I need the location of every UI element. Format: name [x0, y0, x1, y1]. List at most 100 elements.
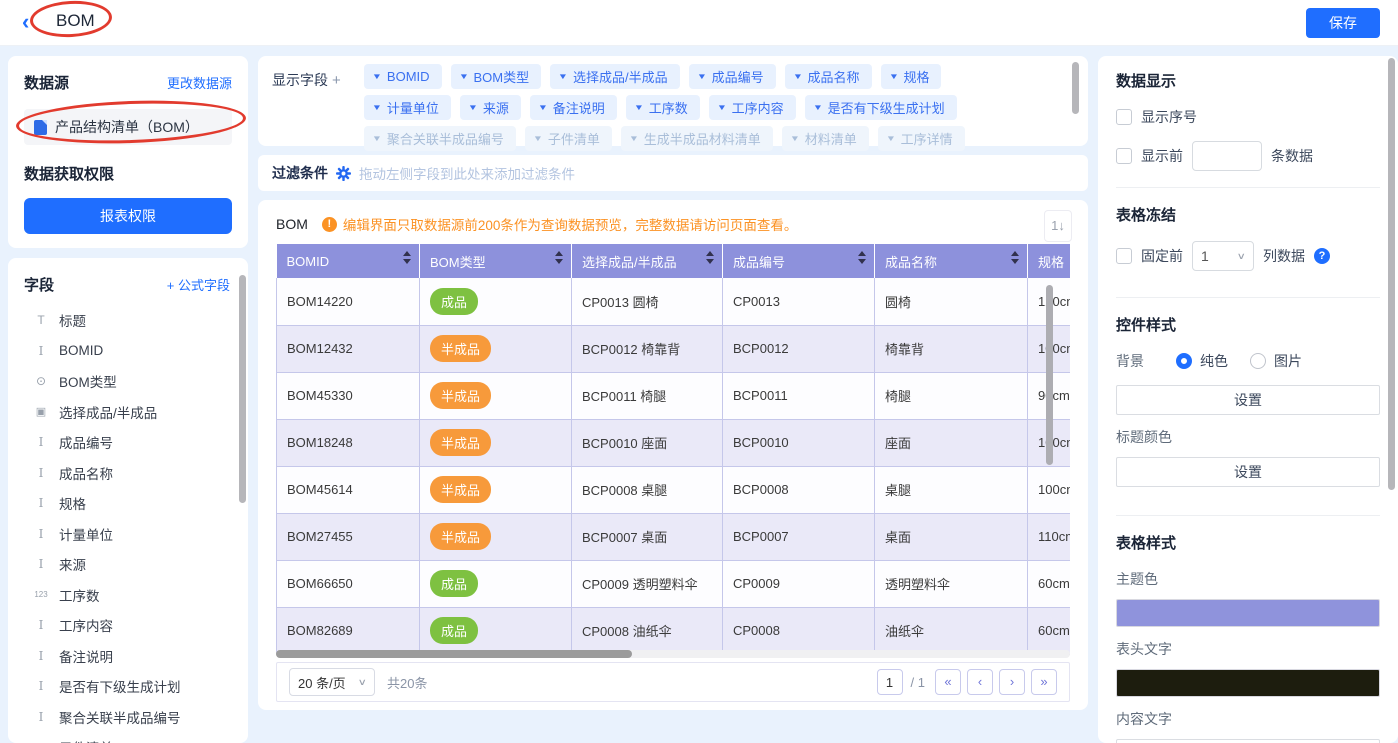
background-set-button[interactable]: 设置 — [1116, 385, 1380, 415]
field-item[interactable]: I备注说明 — [24, 641, 238, 672]
display-field-chip[interactable]: ▼成品编号 — [689, 64, 776, 89]
chevron-down-icon: ∨ — [1237, 251, 1246, 262]
chip-row: ▼计量单位▼来源▼备注说明▼工序数▼工序内容▼是否有下级生成计划 — [364, 95, 1074, 120]
field-item[interactable]: I是否有下级生成计划 — [24, 671, 238, 702]
field-item[interactable]: IBOMID — [24, 336, 238, 367]
field-item[interactable]: 123工序数 — [24, 580, 238, 611]
display-field-chip[interactable]: ▼备注说明 — [530, 95, 617, 120]
cell-bomid: BOM82689 — [277, 607, 420, 654]
title-icon: T — [32, 313, 50, 327]
page-number-input[interactable] — [877, 669, 903, 695]
page-size-select[interactable]: 20 条/页 ∨ — [289, 668, 375, 696]
cell-product-code: BCP0008 — [723, 466, 875, 513]
report-permission-button[interactable]: 报表权限 — [24, 198, 232, 234]
display-field-chip-label: 工序内容 — [732, 98, 784, 117]
field-item[interactable]: I规格 — [24, 488, 238, 519]
field-item[interactable]: I成品编号 — [24, 427, 238, 458]
back-icon[interactable]: ‹ — [22, 9, 29, 35]
table-row: BOM14220成品CP0013 圆椅CP0013圆椅120cm* — [277, 278, 1071, 325]
cell-select-product: BCP0010 座面 — [572, 419, 723, 466]
chip-row: ▼聚合关联半成品编号▼子件清单▼生成半成品材料清单▼材料清单▼工序详情 — [364, 126, 1074, 151]
column-header[interactable]: 成品名称 — [875, 244, 1028, 278]
sort-icon[interactable] — [555, 251, 563, 264]
display-field-chip[interactable]: ▼聚合关联半成品编号 — [364, 126, 516, 151]
datasource-item[interactable]: 产品结构清单（BOM） — [24, 109, 232, 145]
divider — [1116, 187, 1380, 188]
display-field-chip-label: BOM类型 — [473, 67, 529, 86]
display-field-chip[interactable]: ▼是否有下级生成计划 — [805, 95, 957, 120]
help-icon[interactable]: ? — [1314, 248, 1330, 264]
sort-icon[interactable] — [403, 251, 411, 264]
column-header[interactable]: BOMID — [277, 244, 420, 278]
display-field-chip[interactable]: ▼材料清单 — [782, 126, 869, 151]
text-icon: I — [32, 435, 50, 449]
display-field-chip[interactable]: ▼成品名称 — [785, 64, 872, 89]
table-row: BOM45330半成品BCP0011 椅腿BCP0011椅腿90cm*9 — [277, 372, 1071, 419]
field-item[interactable]: T标题 — [24, 305, 238, 336]
table-row: BOM12432半成品BCP0012 椅靠背BCP0012椅靠背100cm* — [277, 325, 1071, 372]
prev-page-button[interactable]: ‹ — [967, 669, 993, 695]
next-page-button[interactable]: › — [999, 669, 1025, 695]
fields-scrollbar[interactable] — [239, 275, 246, 503]
field-item[interactable]: I计量单位 — [24, 519, 238, 550]
field-item[interactable]: I工序内容 — [24, 610, 238, 641]
save-button[interactable]: 保存 — [1306, 8, 1380, 38]
display-field-chip[interactable]: ▼计量单位 — [364, 95, 451, 120]
show-first-checkbox[interactable] — [1116, 148, 1132, 164]
column-header[interactable]: 规格 — [1028, 244, 1071, 278]
solid-color-label[interactable]: 纯色 — [1200, 351, 1228, 371]
sort-icon[interactable] — [858, 251, 866, 264]
table-horizontal-scrollbar[interactable] — [276, 650, 632, 658]
settings-scrollbar[interactable] — [1388, 58, 1395, 490]
fix-columns-checkbox[interactable] — [1116, 248, 1132, 264]
field-item[interactable]: I成品名称 — [24, 458, 238, 489]
sort-icon[interactable] — [706, 251, 714, 264]
change-datasource-link[interactable]: 更改数据源 — [167, 73, 232, 92]
display-field-chip[interactable]: ▼子件清单 — [525, 126, 612, 151]
filter-bar[interactable]: 过滤条件 拖动左侧字段到此处来添加过滤条件 — [258, 155, 1088, 191]
show-first-label: 显示前 — [1141, 146, 1183, 166]
first-page-button[interactable]: « — [935, 669, 961, 695]
display-field-chip-label: 材料清单 — [805, 129, 857, 148]
display-field-chip[interactable]: ▼来源 — [460, 95, 521, 120]
text-icon: I — [32, 618, 50, 632]
last-page-button[interactable]: » — [1031, 669, 1057, 695]
show-index-checkbox[interactable] — [1116, 109, 1132, 125]
field-item[interactable]: ⊙BOM类型 — [24, 366, 238, 397]
theme-color-swatch[interactable] — [1116, 599, 1380, 627]
fix-columns-select[interactable]: 1 ∨ — [1192, 241, 1254, 271]
display-field-chip[interactable]: ▼生成半成品材料清单 — [621, 126, 773, 151]
add-display-field-icon[interactable]: + — [332, 72, 341, 89]
sort-order-button[interactable]: 1↓ — [1044, 210, 1072, 242]
display-field-chip[interactable]: ▼规格 — [881, 64, 942, 89]
chevron-down-icon: ▼ — [468, 103, 478, 112]
display-field-chip[interactable]: ▼BOM类型 — [451, 64, 542, 89]
field-item[interactable]: ▣选择成品/半成品 — [24, 397, 238, 428]
add-formula-field-link[interactable]: + 公式字段 — [167, 275, 230, 294]
title-color-set-button[interactable]: 设置 — [1116, 457, 1380, 487]
chevron-down-icon: ▼ — [886, 134, 896, 143]
image-label[interactable]: 图片 — [1274, 351, 1302, 371]
chevron-down-icon: ▼ — [792, 72, 802, 81]
display-field-chip[interactable]: ▼工序数 — [626, 95, 700, 120]
display-fields-scrollbar[interactable] — [1072, 62, 1079, 114]
column-header[interactable]: BOM类型 — [420, 244, 572, 278]
content-text-set-button[interactable]: 设置 — [1116, 739, 1380, 743]
display-field-chip[interactable]: ▼BOMID — [364, 64, 442, 89]
column-header[interactable]: 成品编号 — [723, 244, 875, 278]
header-text-color-swatch[interactable] — [1116, 669, 1380, 697]
cell-bomid: BOM12432 — [277, 325, 420, 372]
field-item[interactable]: I聚合关联半成品编号 — [24, 702, 238, 733]
table-vertical-scrollbar[interactable] — [1046, 285, 1053, 465]
show-first-count-input[interactable] — [1192, 141, 1262, 171]
gear-icon[interactable] — [336, 166, 351, 181]
solid-color-radio[interactable] — [1176, 353, 1192, 369]
field-item[interactable]: ▶子件清单 — [24, 732, 238, 743]
image-radio[interactable] — [1250, 353, 1266, 369]
display-field-chip[interactable]: ▼工序内容 — [709, 95, 796, 120]
display-field-chip[interactable]: ▼工序详情 — [878, 126, 965, 151]
display-field-chip[interactable]: ▼选择成品/半成品 — [550, 64, 680, 89]
field-item[interactable]: I来源 — [24, 549, 238, 580]
column-header[interactable]: 选择成品/半成品 — [572, 244, 723, 278]
sort-icon[interactable] — [1011, 251, 1019, 264]
